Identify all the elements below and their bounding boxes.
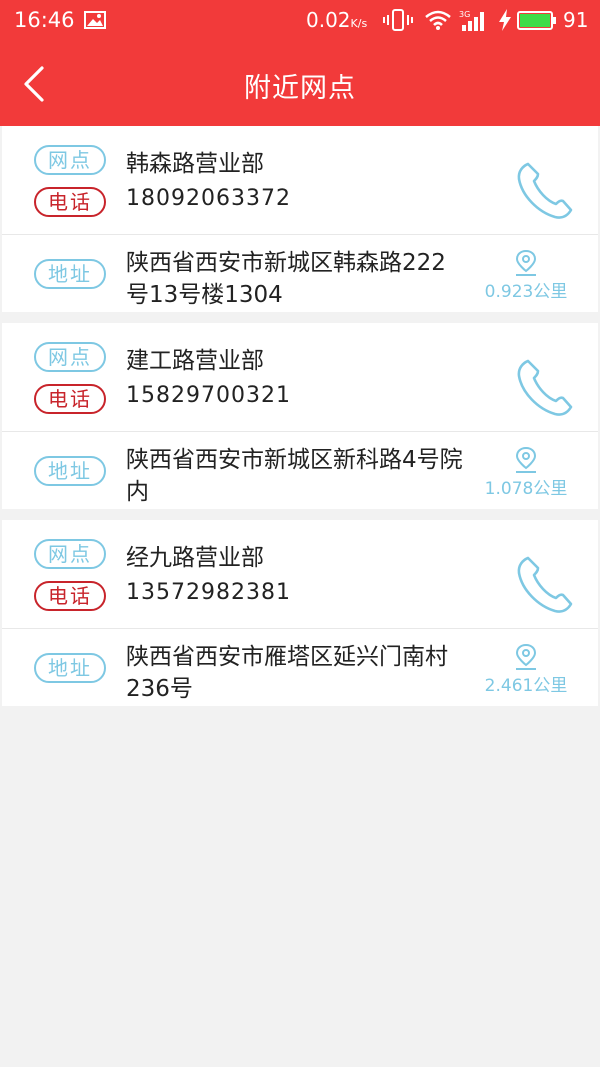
phone-icon — [517, 556, 573, 613]
call-button[interactable] — [514, 160, 574, 222]
outlet-card: 网点 韩森路营业部 电话 18092063372 地址 陕西省西安市新城区韩森路… — [2, 126, 598, 312]
svg-text:3G: 3G — [459, 10, 470, 19]
battery-level: 91 — [563, 8, 589, 32]
image-icon — [84, 11, 106, 29]
outlet-tag: 网点 — [34, 539, 106, 569]
net-speed-value: 0.02 — [306, 8, 351, 32]
address-tag: 地址 — [34, 259, 106, 289]
phone-tag: 电话 — [34, 187, 106, 217]
outlet-address: 陕西省西安市雁塔区延兴门南村236号 — [126, 644, 448, 702]
outlet-info-row: 网点 韩森路营业部 电话 18092063372 — [2, 126, 598, 234]
outlet-card: 网点 经九路营业部 电话 13572982381 地址 陕西省西安市雁塔区延兴门… — [2, 520, 598, 706]
vibrate-icon — [383, 9, 413, 31]
outlet-distance: 1.078公里 — [484, 479, 568, 499]
outlet-name: 经九路营业部 — [126, 545, 264, 571]
phone-tag: 电话 — [34, 581, 106, 611]
outlet-phone[interactable]: 15829700321 — [126, 383, 291, 408]
outlet-address-row: 地址 陕西省西安市新城区韩森路222号13号楼1304 0.923公里 — [2, 235, 598, 312]
outlet-address: 陕西省西安市新城区新科路4号院内 — [126, 447, 463, 505]
outlet-address-row: 地址 陕西省西安市新城区新科路4号院内 1.078公里 — [2, 432, 598, 509]
wifi-icon — [425, 10, 451, 30]
location-pin-icon — [515, 446, 537, 473]
signal-3g-icon: 3G — [459, 10, 484, 31]
phone-icon — [517, 162, 573, 219]
status-bar: 16:46 0.02K/s 3G 91 — [0, 0, 600, 42]
phone-icon — [517, 359, 573, 416]
outlet-address-row: 地址 陕西省西安市雁塔区延兴门南村236号 2.461公里 — [2, 629, 598, 706]
outlet-address: 陕西省西安市新城区韩森路222号13号楼1304 — [126, 250, 446, 308]
address-tag: 地址 — [34, 653, 106, 683]
outlet-distance: 2.461公里 — [484, 676, 568, 696]
outlet-name: 韩森路营业部 — [126, 151, 264, 177]
location-pin-icon — [515, 249, 537, 276]
page-title: 附近网点 — [244, 73, 356, 104]
phone-tag: 电话 — [34, 384, 106, 414]
app-bar: 附近网点 — [0, 42, 600, 126]
outlet-info-row: 网点 经九路营业部 电话 13572982381 — [2, 520, 598, 628]
outlet-phone[interactable]: 13572982381 — [126, 580, 291, 605]
status-time: 16:46 — [14, 8, 75, 32]
outlet-distance: 0.923公里 — [484, 282, 568, 302]
battery-icon — [517, 11, 556, 30]
charging-icon — [499, 9, 511, 31]
location-pin-icon — [515, 643, 537, 670]
outlet-tag: 网点 — [34, 342, 106, 372]
outlet-info-row: 网点 建工路营业部 电话 15829700321 — [2, 323, 598, 431]
address-tag: 地址 — [34, 456, 106, 486]
call-button[interactable] — [514, 554, 574, 616]
net-speed-unit: K/s — [350, 17, 368, 30]
outlet-phone[interactable]: 18092063372 — [126, 186, 291, 211]
outlet-name: 建工路营业部 — [126, 348, 264, 374]
outlet-card: 网点 建工路营业部 电话 15829700321 地址 陕西省西安市新城区新科路… — [2, 323, 598, 509]
call-button[interactable] — [514, 357, 574, 419]
outlet-tag: 网点 — [34, 145, 106, 175]
net-speed: 0.02K/s — [306, 8, 367, 32]
